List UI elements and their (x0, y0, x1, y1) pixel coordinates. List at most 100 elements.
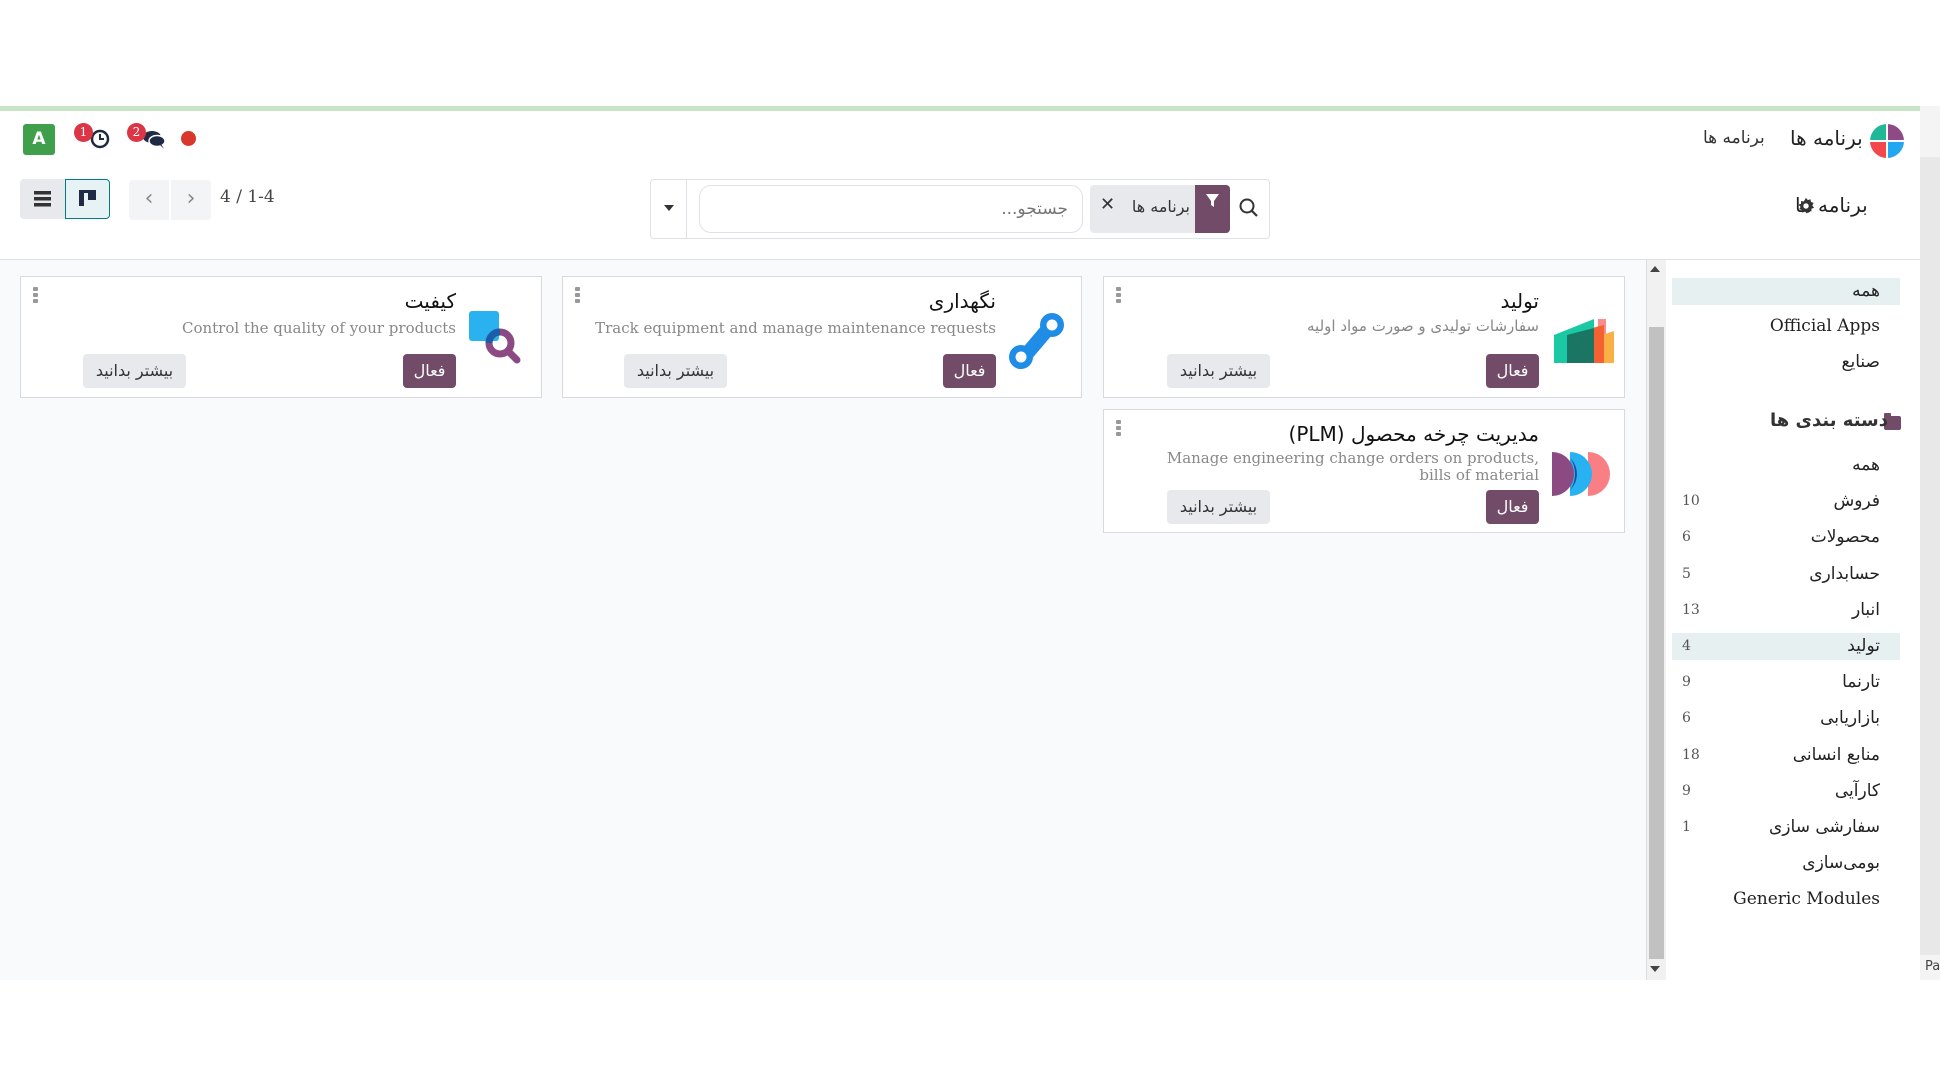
messages-button[interactable]: 2 (127, 123, 168, 151)
pager-previous-button[interactable]: ‹ (129, 180, 169, 220)
sidebar-category-item[interactable]: همه (1672, 452, 1900, 479)
sidebar-item-label: همه (1852, 281, 1880, 301)
sidebar-category-item[interactable]: Generic Modules (1672, 886, 1900, 913)
side-panel-strip (1920, 106, 1940, 980)
status-button[interactable]: فعال (943, 354, 996, 388)
side-panel-strip-top (1920, 106, 1940, 157)
app-description: Track equipment and manage maintenance r… (595, 319, 996, 337)
sidebar-filter-item[interactable]: همه (1672, 278, 1900, 305)
status-button[interactable]: فعال (1486, 354, 1539, 388)
categories-header: دسته بندی ها (1770, 410, 1888, 431)
kanban-view: تولید سفارشات تولیدی و صورت مواد اولیه ف… (0, 260, 1646, 980)
sidebar-item-label: انبار (1852, 599, 1880, 620)
app-card-maintenance[interactable]: نگهداری Track equipment and manage maint… (562, 276, 1082, 398)
pager-next-button[interactable]: › (171, 180, 211, 220)
scroll-up-arrow-icon[interactable] (1650, 266, 1660, 272)
app-title[interactable]: برنامه ها (1790, 126, 1863, 150)
sidebar-category-item[interactable]: تولید 4 (1672, 633, 1900, 660)
category-count: 6 (1682, 529, 1691, 546)
sidebar-item-label: کارآیی (1834, 780, 1880, 801)
app-description: Control the quality of your products (181, 319, 456, 337)
list-icon (34, 191, 51, 207)
card-menu-icon[interactable] (33, 287, 38, 303)
manufacturing-icon (1554, 319, 1614, 363)
sidebar-category-item[interactable]: بومی‌سازی (1672, 850, 1900, 877)
pager-value[interactable]: 4 / 1-4 (220, 187, 275, 207)
app-name: کیفیت (404, 289, 456, 313)
filter-facet-icon-wrap (1195, 185, 1230, 233)
scroll-down-arrow-icon[interactable] (1650, 966, 1660, 972)
status-button[interactable]: فعال (403, 354, 456, 388)
sidebar-item-label: محصولات (1810, 527, 1880, 548)
activity-badge: 1 (74, 123, 93, 142)
category-count: 9 (1682, 674, 1691, 691)
navbar (0, 111, 1920, 171)
app-name: نگهداری (928, 289, 996, 313)
app-name: مدیریت چرخه محصول (PLM) (1288, 422, 1540, 446)
sidebar-category-item[interactable]: سفارشی سازی 1 (1672, 814, 1900, 841)
side-panel-tab[interactable]: Pa (1920, 955, 1940, 980)
category-count: 13 (1682, 601, 1700, 618)
search-icon[interactable] (1238, 197, 1260, 219)
status-indicator[interactable] (181, 131, 196, 146)
filter-icon (1206, 194, 1219, 207)
sidebar-item-label: بومی‌سازی (1802, 853, 1880, 874)
sidebar-item-label: صنایع (1841, 352, 1880, 372)
chevron-left-icon: ‹ (144, 186, 154, 211)
category-count: 10 (1682, 493, 1700, 510)
maintenance-icon (1009, 313, 1064, 369)
gear-icon[interactable] (1797, 197, 1815, 215)
sidebar-filter-item[interactable]: صنایع (1672, 349, 1900, 376)
status-button[interactable]: فعال (1486, 490, 1539, 524)
category-count: 1 (1682, 819, 1691, 835)
app-description: Manage engineering change orders on prod… (1166, 449, 1539, 484)
sidebar-item-label: حسابداری (1809, 563, 1880, 584)
sidebar-category-item[interactable]: بازاریابی 6 (1672, 705, 1900, 732)
sidebar-category-item[interactable]: انبار 13 (1672, 597, 1900, 624)
sidebar-item-label: تارنما (1842, 672, 1880, 693)
plm-icon (1552, 452, 1610, 496)
category-count: 5 (1682, 565, 1691, 582)
category-count: 18 (1682, 746, 1700, 763)
list-view-button[interactable] (20, 179, 65, 219)
sidebar-item-label: سفارشی سازی (1769, 817, 1880, 837)
sidebar-category-item[interactable]: تارنما 9 (1672, 669, 1900, 696)
app-card-manufacturing[interactable]: تولید سفارشات تولیدی و صورت مواد اولیه ف… (1103, 276, 1625, 398)
category-count: 9 (1682, 782, 1691, 799)
app-card-plm[interactable]: مدیریت چرخه محصول (PLM) Manage engineeri… (1103, 409, 1625, 533)
app-name: تولید (1500, 289, 1539, 313)
search-input[interactable] (699, 185, 1083, 233)
learn-more-button[interactable]: بیشتر بدانید (83, 354, 186, 388)
scrollbar-thumb[interactable] (1649, 327, 1664, 959)
sidebar-item-label: منابع انسانی (1792, 744, 1880, 765)
sidebar-filter-item[interactable]: Official Apps (1672, 313, 1900, 340)
sidebar-item-label: بازاریابی (1820, 708, 1880, 729)
messages-badge: 2 (127, 123, 146, 142)
sidebar-item-label: فروش (1833, 491, 1880, 512)
sidebar-category-item[interactable]: محصولات 6 (1672, 524, 1900, 551)
card-menu-icon[interactable] (575, 287, 580, 303)
sidebar-category-item[interactable]: کارآیی 9 (1672, 778, 1900, 805)
user-avatar[interactable]: A (23, 124, 55, 155)
sidebar-item-label: تولید (1847, 636, 1880, 656)
chevron-right-icon: › (186, 186, 196, 211)
card-menu-icon[interactable] (1116, 287, 1121, 303)
app-card-quality[interactable]: کیفیت Control the quality of your produc… (20, 276, 542, 398)
learn-more-button[interactable]: بیشتر بدانید (1167, 354, 1270, 388)
sidebar-category-item[interactable]: حسابداری 5 (1672, 561, 1900, 588)
app-description: سفارشات تولیدی و صورت مواد اولیه (1307, 317, 1539, 335)
sidebar-category-item[interactable]: فروش 10 (1672, 488, 1900, 515)
facet-label: برنامه ها (1131, 197, 1190, 216)
learn-more-button[interactable]: بیشتر بدانید (1167, 490, 1270, 524)
activity-button[interactable]: 1 (74, 123, 113, 151)
kanban-view-button[interactable] (65, 179, 110, 219)
learn-more-button[interactable]: بیشتر بدانید (624, 354, 727, 388)
quality-icon (469, 311, 521, 364)
menu-item-apps[interactable]: برنامه ها (1703, 128, 1765, 148)
remove-facet-icon[interactable]: ✕ (1100, 194, 1115, 215)
kanban-icon (79, 190, 96, 206)
apps-logo-icon[interactable] (1870, 124, 1904, 158)
category-count: 4 (1682, 638, 1691, 654)
sidebar-category-item[interactable]: منابع انسانی 18 (1672, 742, 1900, 769)
card-menu-icon[interactable] (1116, 420, 1121, 436)
